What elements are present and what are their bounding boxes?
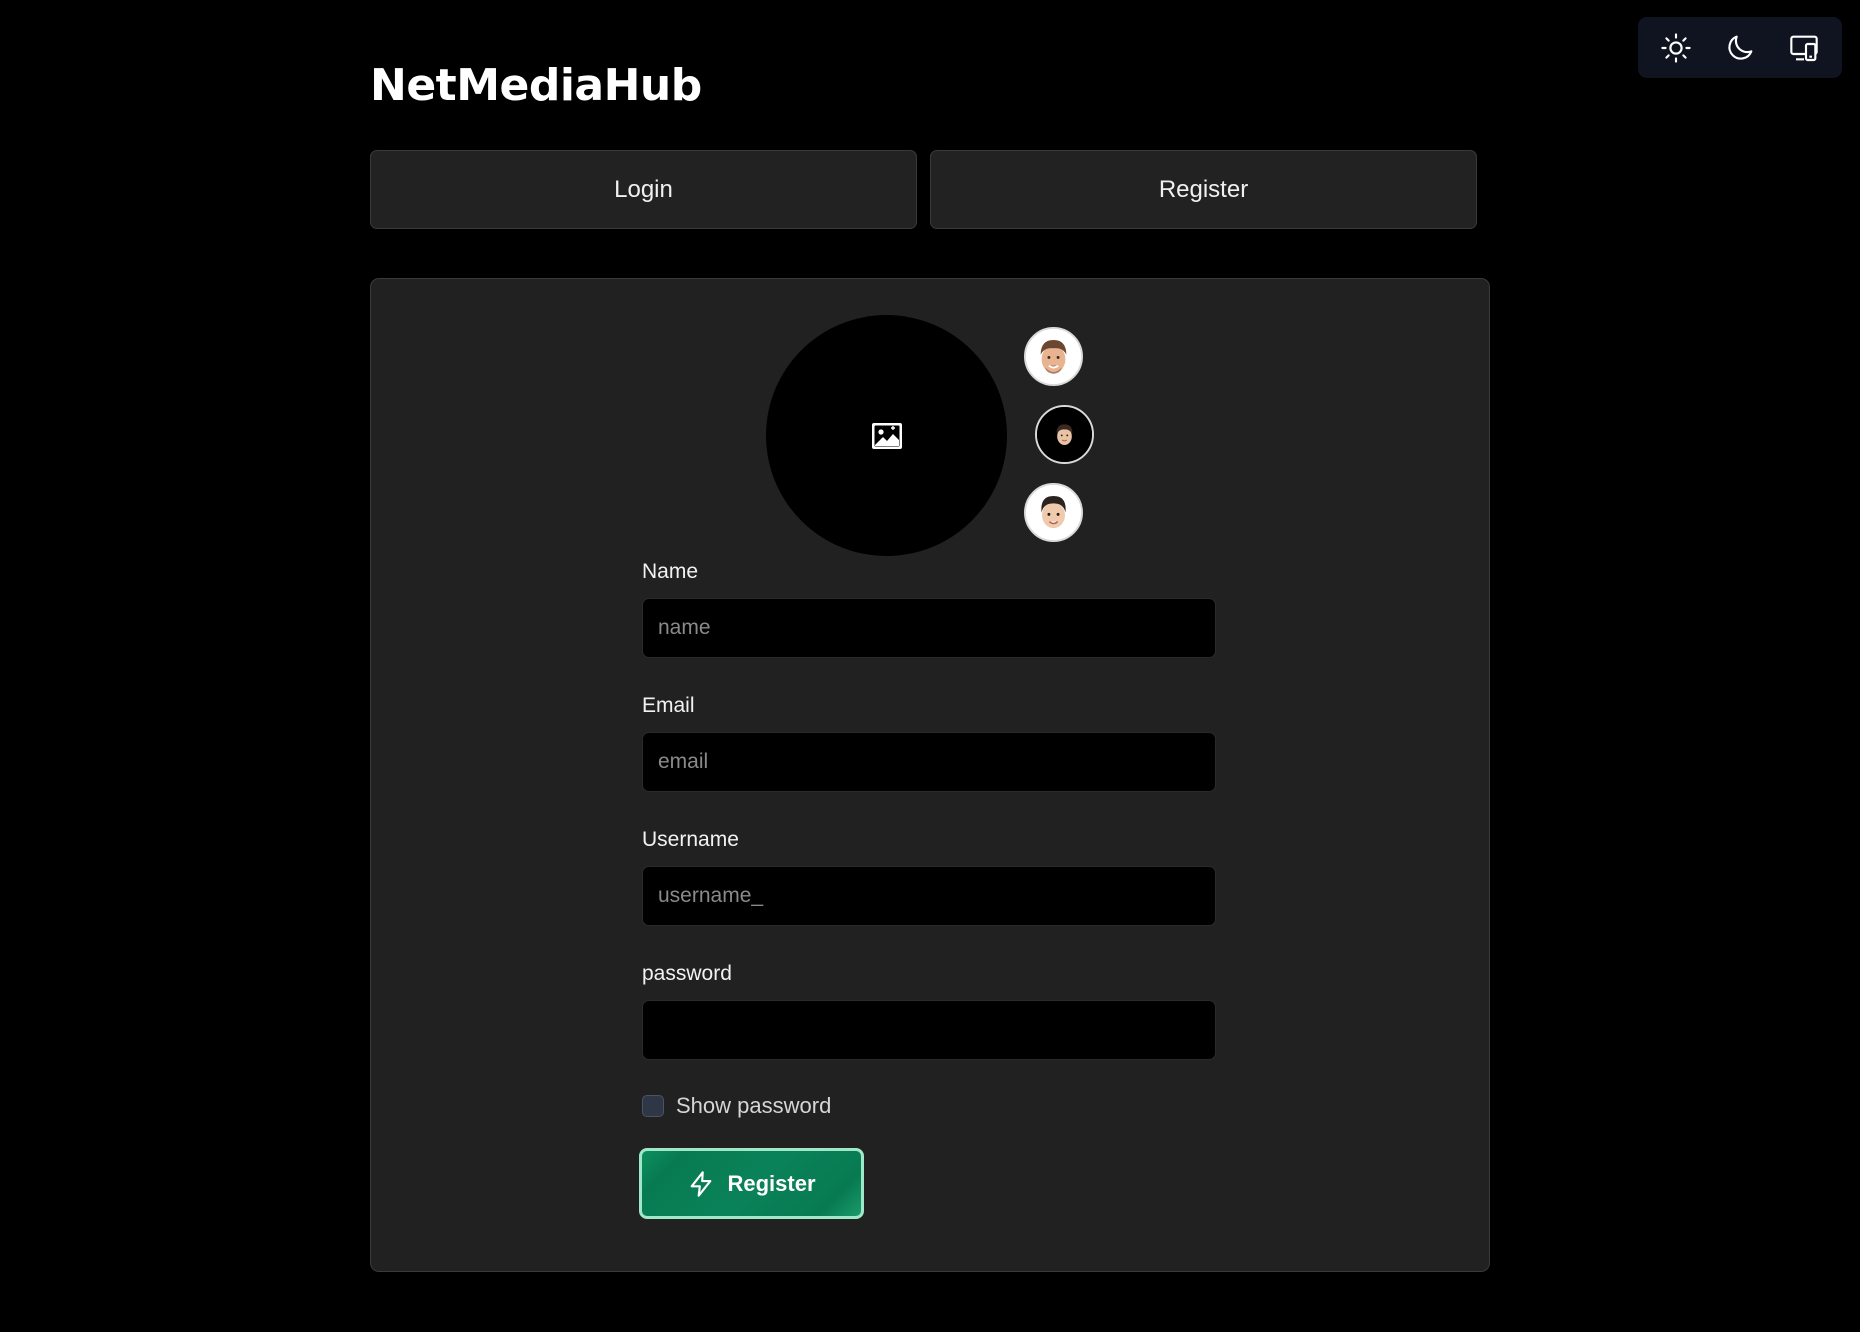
register-card: Name Email Username password Show passwo… (370, 278, 1490, 1272)
show-password-toggle[interactable]: Show password (642, 1093, 831, 1119)
tab-login[interactable]: Login (370, 150, 917, 229)
name-input[interactable] (642, 598, 1216, 658)
theme-switcher (1638, 17, 1842, 78)
avatar-option-3[interactable] (1024, 483, 1083, 542)
system-icon (1790, 35, 1818, 61)
username-input[interactable] (642, 866, 1216, 926)
tab-register[interactable]: Register (930, 150, 1477, 229)
memoji-avatar-icon (1037, 407, 1092, 462)
sun-icon (1661, 32, 1691, 63)
username-label: Username (642, 828, 739, 851)
memoji-avatar-icon (1026, 485, 1081, 540)
lightning-icon (691, 1170, 712, 1197)
avatar-upload[interactable] (766, 315, 1007, 556)
image-upload-icon (871, 422, 902, 449)
avatar-option-1[interactable] (1024, 327, 1083, 386)
email-input[interactable] (642, 732, 1216, 792)
name-label: Name (642, 560, 699, 583)
show-password-checkbox[interactable] (642, 1095, 664, 1117)
password-input[interactable] (642, 1000, 1216, 1060)
email-label: Email (642, 694, 695, 717)
avatar-option-2[interactable] (1035, 405, 1094, 464)
show-password-label: Show password (676, 1093, 832, 1118)
register-submit-button[interactable]: Register (639, 1148, 864, 1219)
register-page: NetMediaHub Login Register Name name Ema… (0, 0, 1860, 1332)
app-title: NetMediaHub (370, 60, 702, 111)
system-theme-button[interactable] (1776, 23, 1832, 73)
register-submit-label: Register (727, 1170, 816, 1196)
memoji-avatar-icon (1026, 329, 1081, 384)
light-theme-button[interactable] (1648, 23, 1704, 73)
moon-icon (1728, 35, 1753, 60)
password-label: password (642, 962, 732, 985)
dark-theme-button[interactable] (1712, 23, 1768, 73)
